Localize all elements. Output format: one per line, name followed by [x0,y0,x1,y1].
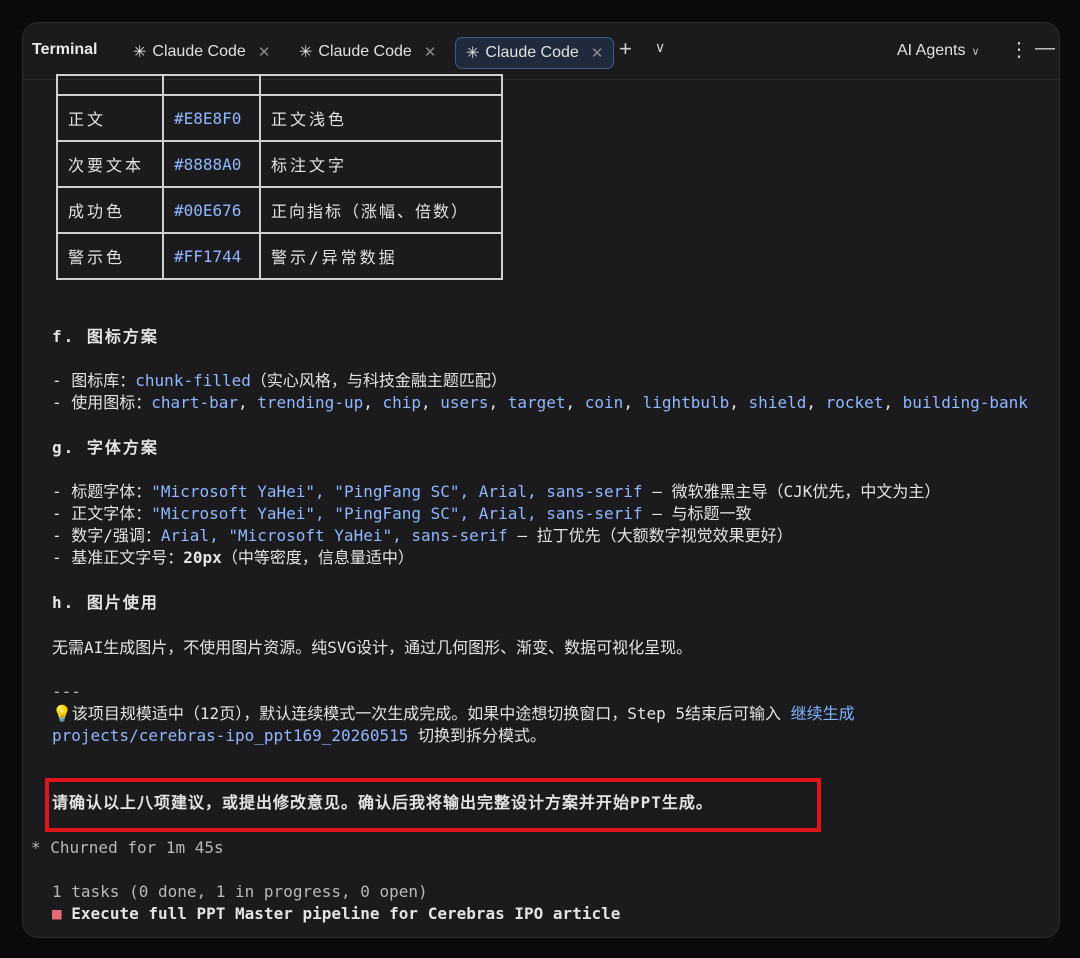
tip-line: 💡该项目规模适中（12页），默认连续模式一次生成完成。如果中途想切换窗口，Ste… [52,704,855,723]
color-name: 成功色 [56,186,164,234]
color-hex: #8888A0 [162,140,261,188]
chevron-down-icon[interactable]: ∨ [655,39,665,56]
table-row: 次要文本 #8888A0 标注文字 [56,140,503,188]
close-icon[interactable]: ✕ [424,43,437,61]
spinner-icon: ✳ [133,44,147,61]
color-hex: #00E676 [162,186,261,234]
task-item: ■ Execute full PPT Master pipeline for C… [52,904,621,923]
confirm-prompt: 请确认以上八项建议，或提出修改意见。确认后我将输出完整设计方案并开始PPT生成。 [52,793,713,812]
project-path[interactable]: projects/cerebras-ipo_ppt169_20260515 [52,726,408,745]
section-g-heading: g. 字体方案 [52,438,159,457]
chevron-down-icon: ∨ [971,46,980,58]
icon-library-line: - 图标库：chunk-filled（实心风格，与科技金融主题匹配） [52,371,507,390]
command-link[interactable]: 继续生成 [791,704,855,723]
color-use: 正文浅色 [259,94,503,142]
color-name: 正文 [56,94,164,142]
churned-status: * Churned for 1m 45s [31,838,224,857]
ai-agents-label: AI Agents [897,42,966,59]
table-row: 警示色 #FF1744 警示/异常数据 [56,232,503,280]
spinner-icon: ✳ [466,45,480,62]
color-hex: #E8E8F0 [162,94,261,142]
separator: --- [52,682,81,701]
color-use: 标注文字 [259,140,503,188]
font-line: - 标题字体："Microsoft YaHei", "PingFang SC",… [52,482,941,501]
tip-path-line: projects/cerebras-ipo_ppt169_20260515 切换… [52,726,547,745]
section-f-heading: f. 图标方案 [52,327,159,346]
font-line: - 数字/强调：Arial, "Microsoft YaHei", sans-s… [52,526,793,545]
app-title: Terminal [32,41,98,58]
task-in-progress-icon: ■ [52,904,62,923]
spinner-icon: ✳ [299,44,313,61]
new-tab-button[interactable]: + [619,36,632,62]
tasks-summary: 1 tasks (0 done, 1 in progress, 0 open) [52,882,428,901]
section-h-heading: h. 图片使用 [52,593,159,612]
color-table: 正文 #E8E8F0 正文浅色 次要文本 #8888A0 标注文字 成功色 #0… [56,74,503,280]
table-row: 正文 #E8E8F0 正文浅色 [56,94,503,142]
color-use: 警示/异常数据 [259,232,503,280]
tab-label: Claude Code [318,43,412,60]
tab-label: Claude Code [152,43,246,60]
table-row-partial [56,74,503,96]
color-use: 正向指标（涨幅、倍数） [259,186,503,234]
table-row: 成功色 #00E676 正向指标（涨幅、倍数） [56,186,503,234]
section-h-body: 无需AI生成图片，不使用图片资源。纯SVG设计，通过几何图形、渐变、数据可视化呈… [52,638,693,657]
color-hex: #FF1744 [162,232,261,280]
separator: --- [52,768,81,778]
more-vertical-icon[interactable]: ⋮ [1009,37,1029,62]
lightbulb-icon: 💡 [52,704,72,723]
tab-bar: Terminal ✳ Claude Code ✕ ✳ Claude Code ✕… [23,23,1059,80]
color-name: 警示色 [56,232,164,280]
close-icon[interactable]: ✕ [591,44,604,62]
tab-claude-code-1[interactable]: ✳ Claude Code ✕ [133,37,270,67]
minimize-icon[interactable]: — [1035,37,1055,60]
close-icon[interactable]: ✕ [258,43,271,61]
color-name: 次要文本 [56,140,164,188]
tab-label: Claude Code [485,44,579,61]
base-font-size-line: - 基准正文字号：20px（中等密度，信息量适中） [52,548,414,567]
terminal-output: 正文 #E8E8F0 正文浅色 次要文本 #8888A0 标注文字 成功色 #0… [23,74,1059,937]
ai-agents-dropdown[interactable]: AI Agents ∨ [897,42,980,60]
icons-used-line: - 使用图标：chart-bar, trending-up, chip, use… [52,393,1028,412]
font-line: - 正文字体："Microsoft YaHei", "PingFang SC",… [52,504,752,523]
tab-claude-code-2[interactable]: ✳ Claude Code ✕ [299,37,436,67]
tab-claude-code-3[interactable]: ✳ Claude Code ✕ [455,37,615,69]
terminal-window: Terminal ✳ Claude Code ✕ ✳ Claude Code ✕… [22,22,1060,938]
